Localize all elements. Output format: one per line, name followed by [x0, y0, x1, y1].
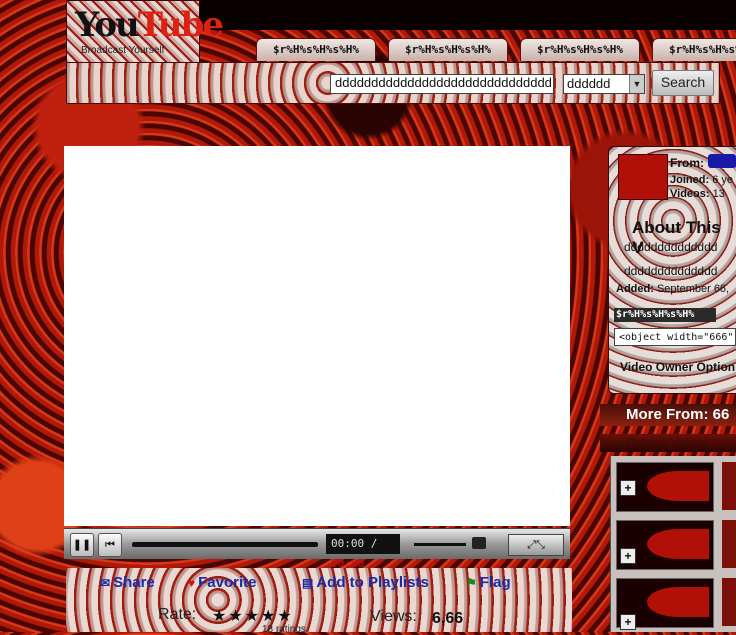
- video-owner-options-link[interactable]: Video Owner Option: [620, 360, 735, 374]
- from-label: From:: [670, 156, 704, 170]
- site-logo[interactable]: YouTube Broadcast Yourself: [66, 0, 224, 64]
- logo-text-you: You: [75, 5, 140, 45]
- share-label: Share: [113, 574, 155, 591]
- description-line-1: dddddddddddddd: [624, 240, 718, 254]
- flag-icon: ⚑: [466, 576, 477, 590]
- search-type-select[interactable]: dddddd ▼: [563, 74, 645, 94]
- logo-tagline: Broadcast Yourself: [81, 45, 165, 56]
- share-link[interactable]: ✉ Share: [100, 574, 155, 591]
- videos-info: Videos: 13: [670, 188, 725, 200]
- views-label: Views:: [370, 608, 417, 625]
- add-to-playlists-label: Add to Playlists: [316, 574, 429, 591]
- added-value: September 66,: [656, 283, 730, 295]
- url-label: $r%H%s%H%s%H%: [614, 308, 716, 322]
- add-to-quicklist-icon[interactable]: +: [620, 480, 636, 496]
- rating-stars[interactable]: ★★★★★: [212, 606, 294, 626]
- related-videos-label: Related Videos: [626, 436, 708, 450]
- joined-info: Joined: 6 ye: [670, 174, 733, 186]
- related-video-strip: [722, 520, 736, 568]
- description-line-2: dddddddddddddd: [624, 264, 718, 278]
- envelope-icon: ✉: [100, 576, 111, 590]
- videos-value: 13: [712, 188, 725, 200]
- speaker-icon[interactable]: [472, 537, 486, 549]
- add-to-quicklist-icon[interactable]: +: [620, 548, 636, 564]
- progress-bar[interactable]: [132, 542, 318, 547]
- time-current: 00:00 /: [331, 537, 378, 550]
- from-username-link[interactable]: [708, 154, 736, 168]
- chevron-down-icon[interactable]: ▼: [629, 75, 644, 93]
- skip-back-icon[interactable]: ⏮: [98, 533, 122, 557]
- nav-tab-3[interactable]: $r%H%s%H%s%H%: [520, 38, 640, 61]
- player-controls: ❚❚ ⏮ 00:00 / 00:00 ⤢⤡: [64, 528, 570, 570]
- related-video-strip: [722, 578, 736, 626]
- search-button[interactable]: Search: [652, 70, 714, 96]
- more-from-header[interactable]: More From: 66: [600, 404, 736, 426]
- top-bar: [200, 0, 736, 30]
- favorite-link[interactable]: ♥ Favorite: [188, 574, 256, 591]
- views-count: 6,66: [432, 610, 464, 627]
- flag-label: Flag: [479, 574, 511, 591]
- nav-tab-2[interactable]: $r%H%s%H%s%H%: [388, 38, 508, 61]
- search-input[interactable]: dddddddddddddddddddddddddddddd: [330, 74, 554, 94]
- embed-code-field[interactable]: <object width="666" he: [614, 328, 736, 346]
- time-display: 00:00 / 00:00: [326, 534, 400, 570]
- nav-tab-4[interactable]: $r%H%s%H%s%H%: [652, 38, 736, 61]
- search-type-value: dddddd: [567, 76, 611, 91]
- added-info: Added: September 66,: [616, 283, 729, 295]
- flag-link[interactable]: ⚑ Flag: [466, 574, 511, 591]
- fullscreen-button[interactable]: ⤢⤡: [508, 534, 564, 556]
- joined-label: Joined:: [670, 174, 710, 186]
- nav-tab-1[interactable]: $r%H%s%H%s%H%: [256, 38, 376, 61]
- add-to-quicklist-icon[interactable]: +: [620, 614, 636, 630]
- video-actions: ✉ Share ♥ Favorite ▤ Add to Playlists ⚑ Flag…: [66, 568, 572, 635]
- heart-icon: ♥: [188, 576, 196, 590]
- related-video-strip: [722, 462, 736, 510]
- add-to-playlists-link[interactable]: ▤ Add to Playlists: [302, 574, 429, 591]
- ratings-count: 18 ratings: [262, 624, 306, 635]
- videos-label: Videos:: [670, 188, 710, 200]
- logo-text: YouTube: [75, 5, 224, 45]
- volume-slider[interactable]: [414, 543, 466, 546]
- avatar[interactable]: [618, 154, 668, 200]
- video-area[interactable]: [64, 146, 570, 526]
- related-videos-header[interactable]: Related Videos: [600, 434, 736, 452]
- favorite-label: Favorite: [198, 574, 257, 591]
- rate-label: Rate:: [158, 606, 197, 623]
- pause-icon[interactable]: ❚❚: [70, 533, 94, 557]
- joined-value: 6 ye: [712, 174, 733, 186]
- logo-text-tube: Tube: [137, 5, 224, 45]
- fullscreen-icon: ⤢⤡: [527, 539, 545, 551]
- playlist-icon: ▤: [302, 576, 314, 590]
- added-label: Added:: [616, 283, 654, 295]
